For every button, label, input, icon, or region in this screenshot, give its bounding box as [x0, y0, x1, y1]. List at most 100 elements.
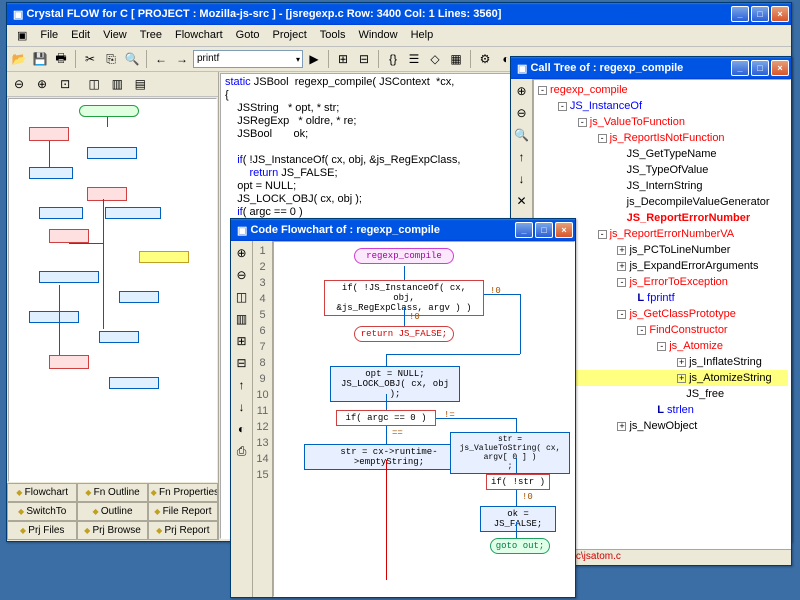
node-start[interactable]: regexp_compile [354, 248, 454, 264]
fw-up-icon[interactable]: ↑ [232, 375, 252, 395]
layer2-icon[interactable]: ▥ [107, 74, 127, 94]
menu-file[interactable]: File [34, 27, 64, 44]
menu-tree[interactable]: Tree [134, 27, 168, 44]
level-marker[interactable]: 11 [257, 403, 268, 419]
fw-down-icon[interactable]: ↓ [232, 397, 252, 417]
zoom-in-icon[interactable]: ⊕ [32, 74, 52, 94]
ct-up-icon[interactable]: ↑ [512, 147, 532, 167]
fw-zoom-in-icon[interactable]: ⊕ [232, 243, 252, 263]
ct-find-icon[interactable]: 🔍 [512, 125, 532, 145]
tool-find-icon[interactable]: 🔍 [122, 49, 142, 69]
fw-2-icon[interactable]: ▥ [232, 309, 252, 329]
node-if2[interactable]: if( argc == 0 ) [336, 410, 436, 426]
ct-down-icon[interactable]: ↓ [512, 169, 532, 189]
level-marker[interactable]: 2 [259, 259, 265, 275]
menu-project[interactable]: Project [267, 27, 313, 44]
fw-zoom-out-icon[interactable]: ⊖ [232, 265, 252, 285]
tool-cut-icon[interactable]: ✂ [80, 49, 100, 69]
tab-outline[interactable]: Outline [77, 502, 147, 521]
level-marker[interactable]: 8 [259, 355, 265, 371]
tree-node[interactable]: JS_GetTypeName [536, 146, 788, 162]
node-proc1[interactable]: opt = NULL; JS_LOCK_OBJ( cx, obj ); [330, 366, 460, 402]
menu-window[interactable]: Window [352, 27, 403, 44]
node-goto[interactable]: goto out; [490, 538, 550, 554]
tree-node[interactable]: JS_TypeOfValue [536, 162, 788, 178]
zoom-out-icon[interactable]: ⊖ [9, 74, 29, 94]
fw-minimize-button[interactable]: _ [515, 222, 533, 238]
tool-go-icon[interactable]: ▶ [304, 49, 324, 69]
level-marker[interactable]: 10 [256, 387, 268, 403]
ct-close-button[interactable]: × [771, 60, 789, 76]
level-marker[interactable]: 4 [259, 291, 265, 307]
app-menu-icon[interactable]: ▣ [11, 27, 33, 44]
tab-prj-report[interactable]: Prj Report [148, 521, 218, 540]
flowchart-overview[interactable] [8, 98, 217, 482]
level-marker[interactable]: 14 [256, 451, 268, 467]
node-proc3[interactable]: str = js_ValueToString( cx, argv[ 0 ] ) … [450, 432, 570, 474]
level-marker[interactable]: 12 [256, 419, 268, 435]
tree-node[interactable]: -js_ValueToFunction [536, 114, 788, 130]
level-marker[interactable]: 13 [256, 435, 268, 451]
tree-node[interactable]: js_DecompileValueGenerator [536, 194, 788, 210]
node-if3[interactable]: if( !str ) [486, 474, 550, 490]
fw-4-icon[interactable]: ⊟ [232, 353, 252, 373]
tool-bracket-icon[interactable]: {} [383, 49, 403, 69]
tab-fn-properties[interactable]: Fn Properties [148, 483, 218, 502]
tree-node[interactable]: -JS_InstanceOf [536, 98, 788, 114]
layer3-icon[interactable]: ▤ [130, 74, 150, 94]
fw-5-icon[interactable]: ◐ [232, 419, 252, 439]
level-marker[interactable]: 9 [259, 371, 265, 387]
ct-minimize-button[interactable]: _ [731, 60, 749, 76]
level-marker[interactable]: 15 [256, 467, 268, 483]
menu-view[interactable]: View [97, 27, 133, 44]
tool-c-icon[interactable]: ▦ [446, 49, 466, 69]
tool-flow-icon[interactable]: ◇ [425, 49, 445, 69]
level-marker[interactable]: 3 [259, 275, 265, 291]
tab-prj-files[interactable]: Prj Files [7, 521, 77, 540]
maximize-button[interactable]: □ [751, 6, 769, 22]
ct-close-icon[interactable]: ✕ [512, 191, 532, 211]
tree-node[interactable]: JS_InternString [536, 178, 788, 194]
node-return[interactable]: return JS_FALSE; [354, 326, 454, 342]
close-button[interactable]: × [771, 6, 789, 22]
main-titlebar[interactable]: ▣ Crystal FLOW for C [ PROJECT : Mozilla… [7, 3, 791, 25]
tree-node[interactable]: -regexp_compile [536, 82, 788, 98]
fw-1-icon[interactable]: ◫ [232, 287, 252, 307]
fw-3-icon[interactable]: ⊞ [232, 331, 252, 351]
menu-goto[interactable]: Goto [230, 27, 266, 44]
calltree-titlebar[interactable]: ▣ Call Tree of : regexp_compile _ □ × [511, 57, 791, 79]
ct-expand-icon[interactable]: ⊕ [512, 81, 532, 101]
tab-file-report[interactable]: File Report [148, 502, 218, 521]
tool-fwd-icon[interactable]: → [172, 49, 192, 69]
ct-maximize-button[interactable]: □ [751, 60, 769, 76]
menu-tools[interactable]: Tools [314, 27, 352, 44]
tool-save-icon[interactable]: 💾 [30, 49, 50, 69]
tab-flowchart[interactable]: Flowchart [7, 483, 77, 502]
function-combo[interactable]: printf [193, 50, 303, 68]
tab-switchto[interactable]: SwitchTo [7, 502, 77, 521]
layer1-icon[interactable]: ◫ [84, 74, 104, 94]
tool-opt-icon[interactable]: ⚙ [475, 49, 495, 69]
zoom-fit-icon[interactable]: ⊡ [55, 74, 75, 94]
level-marker[interactable]: 6 [259, 323, 265, 339]
tab-prj-browse[interactable]: Prj Browse [77, 521, 147, 540]
flowchart-titlebar[interactable]: ▣ Code Flowchart of : regexp_compile _ □… [231, 219, 575, 241]
fw-6-icon[interactable]: ⎙ [232, 441, 252, 461]
flowchart-canvas[interactable]: regexp_compile if( !JS_InstanceOf( cx, o… [273, 241, 575, 597]
minimize-button[interactable]: _ [731, 6, 749, 22]
tree-node[interactable]: -js_ReportIsNotFunction [536, 130, 788, 146]
tool-tree-icon[interactable]: ☰ [404, 49, 424, 69]
fw-maximize-button[interactable]: □ [535, 222, 553, 238]
tool-back-icon[interactable]: ← [151, 49, 171, 69]
node-proc2[interactable]: str = cx->runtime->emptyString; [304, 444, 474, 470]
menu-edit[interactable]: Edit [65, 27, 96, 44]
tab-fn-outline[interactable]: Fn Outline [77, 483, 147, 502]
node-proc4[interactable]: ok = JS_FALSE; [480, 506, 556, 532]
level-marker[interactable]: 5 [259, 307, 265, 323]
menu-help[interactable]: Help [405, 27, 440, 44]
tool-open-icon[interactable]: 📂 [9, 49, 29, 69]
tool-b-icon[interactable]: ⊟ [354, 49, 374, 69]
tool-print-icon[interactable]: 🖶 [51, 49, 71, 69]
ct-collapse-icon[interactable]: ⊖ [512, 103, 532, 123]
tool-a-icon[interactable]: ⊞ [333, 49, 353, 69]
